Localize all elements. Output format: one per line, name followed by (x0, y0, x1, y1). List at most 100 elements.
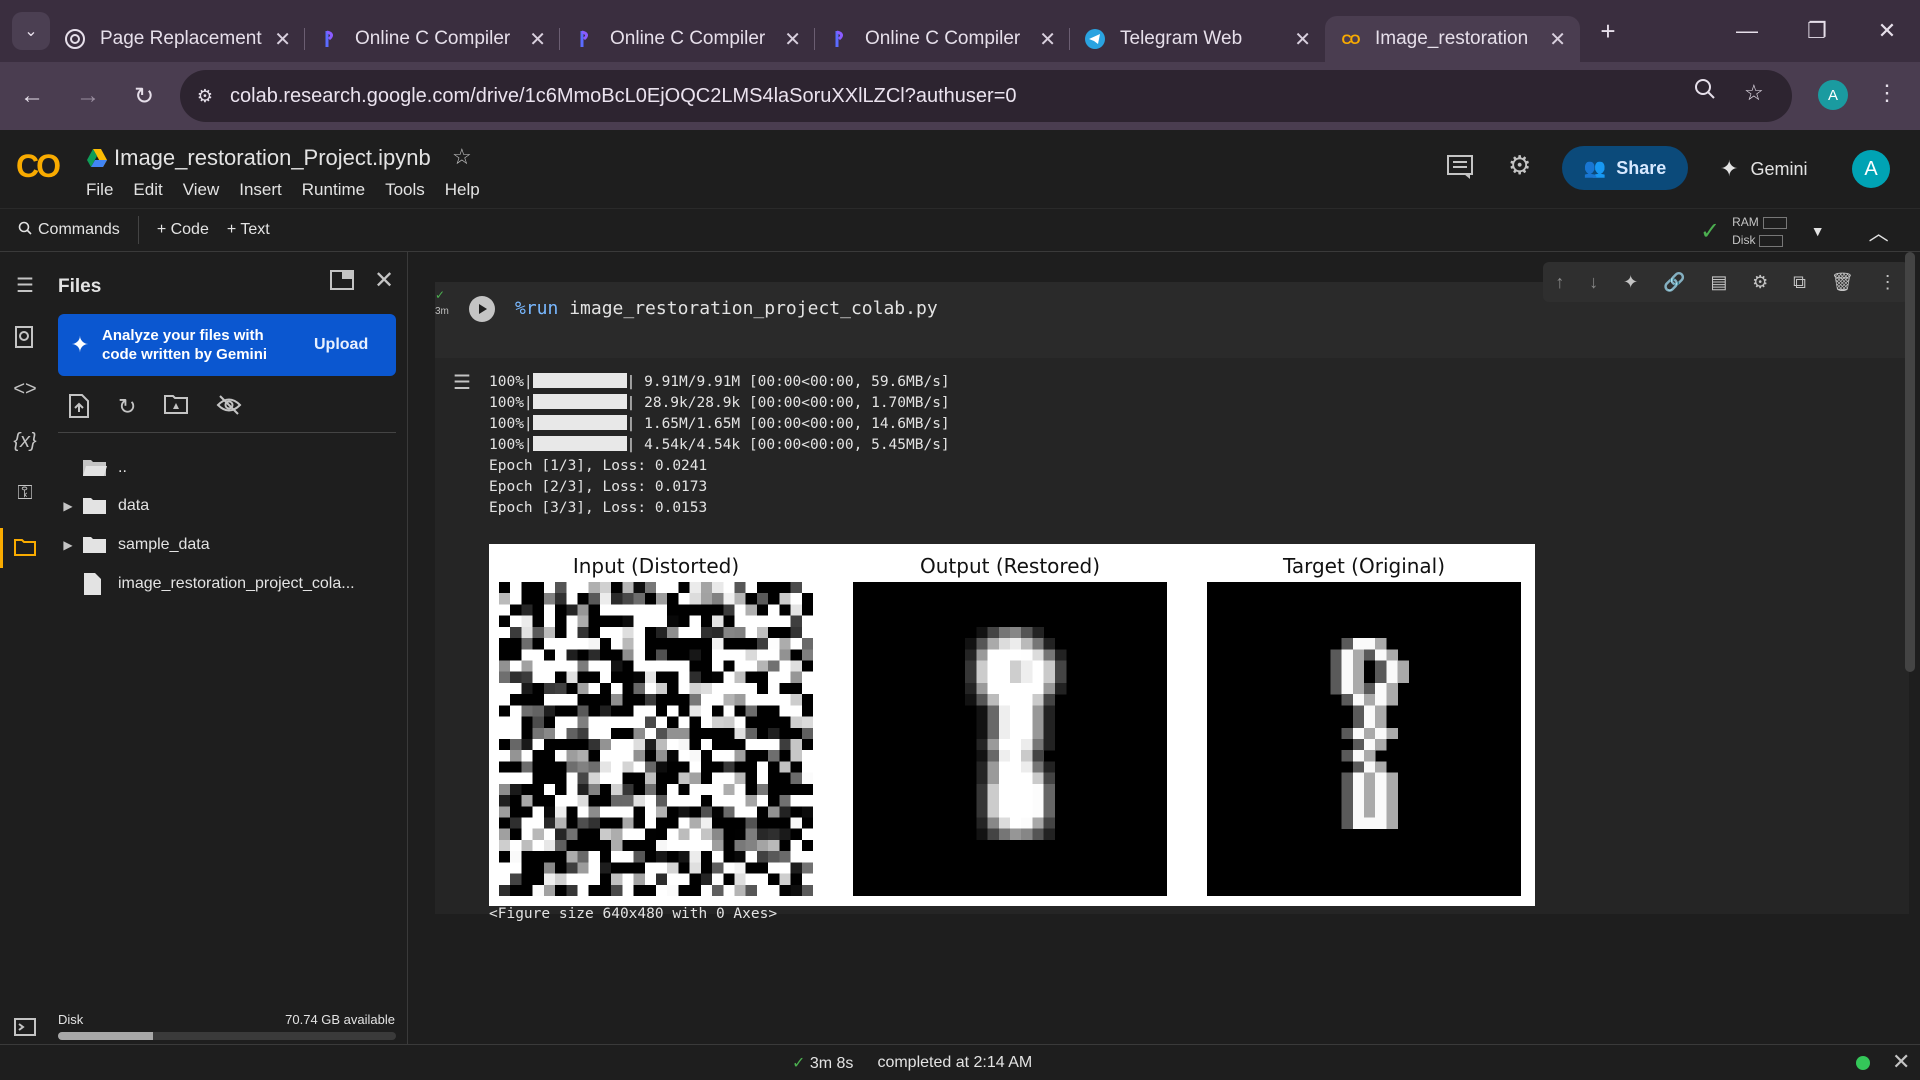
add-code-button[interactable]: + Code (157, 221, 209, 239)
expand-caret-icon[interactable]: ▶ (54, 538, 82, 552)
close-icon[interactable]: ✕ (374, 266, 394, 295)
code-cell[interactable]: ✓ 3m %run image_restoration_project_cola… (435, 262, 1909, 922)
delete-icon[interactable]: 🗑 (1831, 272, 1854, 293)
gemini-banner[interactable]: ✦ Analyze your files with code written b… (58, 314, 396, 376)
disk-meter (1759, 234, 1784, 247)
close-icon[interactable]: ✕ (1294, 27, 1311, 52)
tree-item-file[interactable]: image_restoration_project_cola... (48, 568, 398, 600)
dropdown-arrow-icon[interactable]: ▼ (1811, 223, 1825, 239)
commands-button[interactable]: Commands (18, 221, 120, 240)
collapse-icon[interactable]: ︿ (1869, 217, 1889, 246)
move-up-icon[interactable]: ↑ (1555, 272, 1564, 293)
more-vert-icon[interactable]: ⋮ (1876, 80, 1898, 106)
zoom-icon[interactable] (1694, 78, 1716, 106)
window-close-icon[interactable]: ✕ (1852, 0, 1920, 62)
browser-tab[interactable]: Online C Compiler ✕ (815, 16, 1070, 62)
notebook-title[interactable]: Image_restoration_Project.ipynb (114, 145, 431, 171)
menu-runtime[interactable]: Runtime (302, 180, 365, 200)
sparkle-icon: ✦ (1720, 156, 1739, 181)
tree-item-data[interactable]: ▶ data (48, 490, 398, 522)
mirror-cell-icon[interactable]: ⧉ (1793, 272, 1806, 293)
menu-edit[interactable]: Edit (133, 180, 162, 200)
move-down-icon[interactable]: ↓ (1589, 272, 1598, 293)
close-icon[interactable]: ✕ (1039, 27, 1056, 52)
tree-item-label: data (118, 497, 150, 514)
files-panel: Files ✕ ✦ Analyze your files with code w… (48, 252, 408, 1044)
browser-tab[interactable]: Online C Compiler ✕ (305, 16, 560, 62)
gear-icon[interactable]: ⚙ (1752, 272, 1768, 293)
new-tab-button[interactable]: + (1588, 16, 1628, 47)
close-icon[interactable]: ✕ (784, 27, 801, 52)
find-icon[interactable] (10, 322, 40, 352)
close-icon[interactable]: ✕ (1549, 27, 1566, 52)
divider (58, 432, 396, 433)
sparkle-icon[interactable]: ✦ (1623, 272, 1638, 293)
forward-icon[interactable]: → (64, 72, 112, 120)
play-icon (479, 304, 487, 314)
tab-title: Telegram Web (1120, 28, 1243, 49)
minimize-icon[interactable]: — (1712, 0, 1782, 62)
share-button[interactable]: 👥 Share (1562, 146, 1688, 190)
menu-file[interactable]: File (86, 180, 113, 200)
menu-view[interactable]: View (183, 180, 220, 200)
notebook-scrollbar[interactable] (1905, 252, 1915, 672)
run-cell-button[interactable] (469, 296, 495, 322)
menu-insert[interactable]: Insert (239, 180, 282, 200)
browser-tab[interactable]: Page Replacement ✕ (50, 16, 305, 62)
popout-icon[interactable] (330, 270, 354, 296)
add-text-button[interactable]: + Text (227, 221, 270, 239)
code-line[interactable]: %run image_restoration_project_colab.py (515, 298, 938, 319)
resource-status[interactable]: ✓ RAM Disk ▼ ︿ (1700, 213, 1889, 249)
variables-icon[interactable]: {x} (10, 426, 40, 456)
tab-search-button[interactable]: ⌄ (12, 12, 50, 50)
progress-bar (532, 415, 627, 430)
url-text[interactable]: colab.research.google.com/drive/1c6MmoBc… (230, 85, 1017, 108)
terminal-icon[interactable] (10, 1012, 40, 1042)
folder-icon[interactable] (10, 532, 40, 562)
cell-output: ☰ 100%| | 9.91M/9.91M [00:00<00:00, 59.6M… (435, 358, 1909, 922)
restore-icon[interactable]: ❐ (1782, 0, 1852, 62)
profile-avatar[interactable]: A (1818, 80, 1848, 110)
back-icon[interactable]: ← (8, 72, 56, 120)
panel-title-input: Input (Distorted) (572, 554, 740, 578)
banner-text: Analyze your files with code written by … (102, 327, 268, 363)
close-icon[interactable]: ✕ (274, 27, 291, 52)
gemini-button[interactable]: ✦ Gemini (1720, 156, 1807, 182)
menu-bar: File Edit View Insert Runtime Tools Help (86, 180, 500, 200)
status-bar: ✓ 3m 8s completed at 2:14 AM ✕ (0, 1044, 1920, 1080)
table-of-contents-icon[interactable]: ☰ (10, 270, 40, 300)
upload-file-icon[interactable] (68, 394, 90, 424)
browser-tab[interactable]: Online C Compiler ✕ (560, 16, 815, 62)
upload-button[interactable]: Upload (314, 336, 368, 354)
close-icon[interactable]: ✕ (1892, 1049, 1910, 1075)
reload-icon[interactable]: ↻ (120, 72, 168, 120)
execution-status[interactable]: ✓ 3m 8s completed at 2:14 AM (792, 1053, 1032, 1073)
star-icon[interactable]: ☆ (452, 144, 472, 170)
key-icon[interactable]: ⚿ (10, 478, 40, 508)
elapsed-time: ✓ 3m 8s (792, 1055, 854, 1072)
code-snippets-icon[interactable]: <> (10, 374, 40, 404)
site-settings-icon[interactable]: ⚙ (180, 86, 230, 107)
comment-icon[interactable]: ▤ (1710, 272, 1727, 293)
address-bar-row: ← → ↻ ⚙ colab.research.google.com/drive/… (0, 62, 1920, 130)
omnibox[interactable]: ⚙ colab.research.google.com/drive/1c6Mmo… (180, 70, 1792, 122)
gear-icon[interactable]: ⚙ (1508, 150, 1531, 181)
account-avatar[interactable]: A (1852, 150, 1890, 188)
menu-help[interactable]: Help (445, 180, 480, 200)
more-vert-icon[interactable]: ⋮ (1879, 272, 1897, 293)
mount-drive-icon[interactable] (164, 394, 189, 424)
hide-files-icon[interactable] (216, 394, 242, 424)
tree-item-parent[interactable]: .. (48, 452, 398, 484)
comments-icon[interactable] (1446, 154, 1474, 187)
colab-logo[interactable]: CO (16, 148, 61, 185)
refresh-icon[interactable]: ↻ (118, 394, 136, 424)
close-icon[interactable]: ✕ (529, 27, 546, 52)
tree-item-sample-data[interactable]: ▶ sample_data (48, 529, 398, 561)
browser-tab[interactable]: Telegram Web ✕ (1070, 16, 1325, 62)
bookmark-star-icon[interactable]: ☆ (1744, 80, 1764, 106)
browser-tab-active[interactable]: CO Image_restoration ✕ (1325, 16, 1580, 62)
link-icon[interactable]: 🔗 (1663, 272, 1685, 293)
expand-caret-icon[interactable]: ▶ (54, 499, 82, 513)
menu-tools[interactable]: Tools (385, 180, 425, 200)
output-actions-icon[interactable]: ☰ (453, 370, 471, 395)
